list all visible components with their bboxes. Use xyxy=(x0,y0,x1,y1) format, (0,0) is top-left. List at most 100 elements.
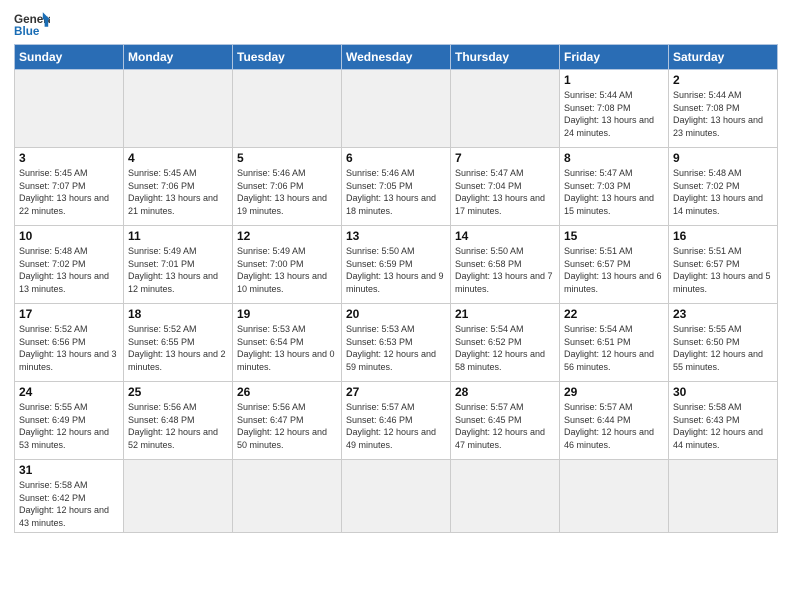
day-number: 3 xyxy=(19,151,119,165)
calendar-cell xyxy=(233,460,342,533)
calendar-cell xyxy=(124,460,233,533)
day-number: 14 xyxy=(455,229,555,243)
day-number: 18 xyxy=(128,307,228,321)
day-info: Sunrise: 5:48 AM Sunset: 7:02 PM Dayligh… xyxy=(673,167,773,217)
day-info: Sunrise: 5:45 AM Sunset: 7:06 PM Dayligh… xyxy=(128,167,228,217)
day-info: Sunrise: 5:47 AM Sunset: 7:04 PM Dayligh… xyxy=(455,167,555,217)
calendar-cell: 26 Sunrise: 5:56 AM Sunset: 6:47 PM Dayl… xyxy=(233,382,342,460)
calendar-cell xyxy=(342,70,451,148)
calendar-cell: 19 Sunrise: 5:53 AM Sunset: 6:54 PM Dayl… xyxy=(233,304,342,382)
logo-icon: General Blue xyxy=(14,10,50,38)
days-header-row: SundayMondayTuesdayWednesdayThursdayFrid… xyxy=(15,45,778,70)
week-row-2: 3 Sunrise: 5:45 AM Sunset: 7:07 PM Dayli… xyxy=(15,148,778,226)
calendar-cell: 28 Sunrise: 5:57 AM Sunset: 6:45 PM Dayl… xyxy=(451,382,560,460)
day-info: Sunrise: 5:46 AM Sunset: 7:06 PM Dayligh… xyxy=(237,167,337,217)
day-info: Sunrise: 5:47 AM Sunset: 7:03 PM Dayligh… xyxy=(564,167,664,217)
day-number: 21 xyxy=(455,307,555,321)
day-number: 11 xyxy=(128,229,228,243)
day-header-saturday: Saturday xyxy=(669,45,778,70)
day-number: 29 xyxy=(564,385,664,399)
day-info: Sunrise: 5:53 AM Sunset: 6:53 PM Dayligh… xyxy=(346,323,446,373)
day-number: 9 xyxy=(673,151,773,165)
day-info: Sunrise: 5:56 AM Sunset: 6:48 PM Dayligh… xyxy=(128,401,228,451)
calendar-cell xyxy=(342,460,451,533)
calendar-cell: 20 Sunrise: 5:53 AM Sunset: 6:53 PM Dayl… xyxy=(342,304,451,382)
calendar-table: SundayMondayTuesdayWednesdayThursdayFrid… xyxy=(14,44,778,533)
week-row-6: 31 Sunrise: 5:58 AM Sunset: 6:42 PM Dayl… xyxy=(15,460,778,533)
calendar-cell xyxy=(451,70,560,148)
week-row-3: 10 Sunrise: 5:48 AM Sunset: 7:02 PM Dayl… xyxy=(15,226,778,304)
day-number: 23 xyxy=(673,307,773,321)
day-info: Sunrise: 5:48 AM Sunset: 7:02 PM Dayligh… xyxy=(19,245,119,295)
calendar-cell: 12 Sunrise: 5:49 AM Sunset: 7:00 PM Dayl… xyxy=(233,226,342,304)
day-header-wednesday: Wednesday xyxy=(342,45,451,70)
calendar-cell: 3 Sunrise: 5:45 AM Sunset: 7:07 PM Dayli… xyxy=(15,148,124,226)
day-info: Sunrise: 5:54 AM Sunset: 6:51 PM Dayligh… xyxy=(564,323,664,373)
calendar-cell: 15 Sunrise: 5:51 AM Sunset: 6:57 PM Dayl… xyxy=(560,226,669,304)
svg-text:Blue: Blue xyxy=(14,25,40,38)
day-info: Sunrise: 5:53 AM Sunset: 6:54 PM Dayligh… xyxy=(237,323,337,373)
day-number: 8 xyxy=(564,151,664,165)
day-number: 15 xyxy=(564,229,664,243)
calendar-cell: 18 Sunrise: 5:52 AM Sunset: 6:55 PM Dayl… xyxy=(124,304,233,382)
calendar-cell: 6 Sunrise: 5:46 AM Sunset: 7:05 PM Dayli… xyxy=(342,148,451,226)
day-number: 30 xyxy=(673,385,773,399)
day-info: Sunrise: 5:51 AM Sunset: 6:57 PM Dayligh… xyxy=(564,245,664,295)
calendar-cell xyxy=(451,460,560,533)
day-info: Sunrise: 5:58 AM Sunset: 6:42 PM Dayligh… xyxy=(19,479,119,529)
day-number: 16 xyxy=(673,229,773,243)
logo: General Blue xyxy=(14,10,50,38)
day-header-friday: Friday xyxy=(560,45,669,70)
day-number: 5 xyxy=(237,151,337,165)
day-number: 25 xyxy=(128,385,228,399)
week-row-4: 17 Sunrise: 5:52 AM Sunset: 6:56 PM Dayl… xyxy=(15,304,778,382)
day-number: 6 xyxy=(346,151,446,165)
calendar-cell: 14 Sunrise: 5:50 AM Sunset: 6:58 PM Dayl… xyxy=(451,226,560,304)
day-number: 28 xyxy=(455,385,555,399)
day-header-tuesday: Tuesday xyxy=(233,45,342,70)
calendar-cell xyxy=(233,70,342,148)
calendar-cell xyxy=(669,460,778,533)
week-row-5: 24 Sunrise: 5:55 AM Sunset: 6:49 PM Dayl… xyxy=(15,382,778,460)
day-info: Sunrise: 5:57 AM Sunset: 6:45 PM Dayligh… xyxy=(455,401,555,451)
day-number: 7 xyxy=(455,151,555,165)
day-number: 10 xyxy=(19,229,119,243)
day-number: 12 xyxy=(237,229,337,243)
day-number: 17 xyxy=(19,307,119,321)
calendar-cell: 31 Sunrise: 5:58 AM Sunset: 6:42 PM Dayl… xyxy=(15,460,124,533)
day-number: 19 xyxy=(237,307,337,321)
day-info: Sunrise: 5:57 AM Sunset: 6:44 PM Dayligh… xyxy=(564,401,664,451)
day-info: Sunrise: 5:55 AM Sunset: 6:49 PM Dayligh… xyxy=(19,401,119,451)
calendar-cell: 4 Sunrise: 5:45 AM Sunset: 7:06 PM Dayli… xyxy=(124,148,233,226)
calendar-cell: 16 Sunrise: 5:51 AM Sunset: 6:57 PM Dayl… xyxy=(669,226,778,304)
calendar-cell: 2 Sunrise: 5:44 AM Sunset: 7:08 PM Dayli… xyxy=(669,70,778,148)
calendar-cell: 23 Sunrise: 5:55 AM Sunset: 6:50 PM Dayl… xyxy=(669,304,778,382)
calendar-cell: 29 Sunrise: 5:57 AM Sunset: 6:44 PM Dayl… xyxy=(560,382,669,460)
day-number: 27 xyxy=(346,385,446,399)
day-info: Sunrise: 5:51 AM Sunset: 6:57 PM Dayligh… xyxy=(673,245,773,295)
day-info: Sunrise: 5:55 AM Sunset: 6:50 PM Dayligh… xyxy=(673,323,773,373)
day-info: Sunrise: 5:46 AM Sunset: 7:05 PM Dayligh… xyxy=(346,167,446,217)
day-header-sunday: Sunday xyxy=(15,45,124,70)
day-info: Sunrise: 5:52 AM Sunset: 6:55 PM Dayligh… xyxy=(128,323,228,373)
calendar-cell xyxy=(15,70,124,148)
day-number: 26 xyxy=(237,385,337,399)
day-header-thursday: Thursday xyxy=(451,45,560,70)
calendar-cell: 13 Sunrise: 5:50 AM Sunset: 6:59 PM Dayl… xyxy=(342,226,451,304)
header: General Blue xyxy=(14,10,778,38)
day-number: 20 xyxy=(346,307,446,321)
week-row-1: 1 Sunrise: 5:44 AM Sunset: 7:08 PM Dayli… xyxy=(15,70,778,148)
day-number: 31 xyxy=(19,463,119,477)
calendar-cell: 5 Sunrise: 5:46 AM Sunset: 7:06 PM Dayli… xyxy=(233,148,342,226)
calendar-page: General Blue SundayMondayTuesdayWednesda… xyxy=(0,0,792,612)
calendar-cell: 25 Sunrise: 5:56 AM Sunset: 6:48 PM Dayl… xyxy=(124,382,233,460)
day-number: 2 xyxy=(673,73,773,87)
day-info: Sunrise: 5:45 AM Sunset: 7:07 PM Dayligh… xyxy=(19,167,119,217)
day-info: Sunrise: 5:49 AM Sunset: 7:01 PM Dayligh… xyxy=(128,245,228,295)
day-info: Sunrise: 5:56 AM Sunset: 6:47 PM Dayligh… xyxy=(237,401,337,451)
day-header-monday: Monday xyxy=(124,45,233,70)
calendar-cell: 10 Sunrise: 5:48 AM Sunset: 7:02 PM Dayl… xyxy=(15,226,124,304)
day-info: Sunrise: 5:52 AM Sunset: 6:56 PM Dayligh… xyxy=(19,323,119,373)
calendar-cell: 8 Sunrise: 5:47 AM Sunset: 7:03 PM Dayli… xyxy=(560,148,669,226)
day-number: 13 xyxy=(346,229,446,243)
